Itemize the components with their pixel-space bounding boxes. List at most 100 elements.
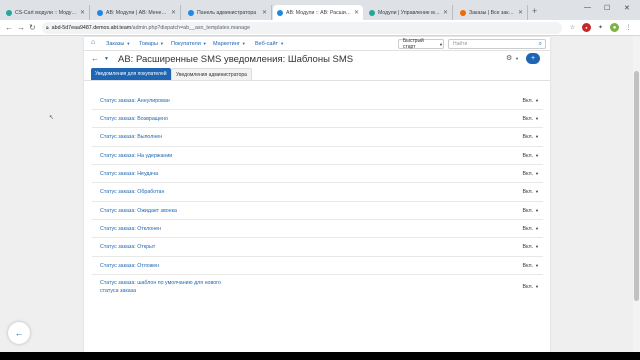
list-item: Статус заказа: Неудача Вкл. ▼ [92, 165, 543, 183]
chevron-down-icon: ▼ [535, 226, 539, 231]
status-dropdown[interactable]: Вкл. ▼ [523, 171, 539, 177]
nav-customers-label: Покупатели [171, 41, 201, 47]
browser-tab[interactable]: Заказы | Все заказы - Панель ✕ [456, 5, 528, 20]
tab-admin-notifications[interactable]: Уведомления администратора [171, 68, 252, 80]
chevron-down-icon[interactable]: ▼ [515, 56, 519, 61]
tab-title: CS-Cart модули :: Модуль - Ра [15, 9, 77, 16]
nav-customers[interactable]: Покупатели ▼ [171, 41, 207, 47]
minimize-icon[interactable]: — [584, 4, 591, 11]
menu-icon[interactable]: ⋮ [624, 23, 633, 32]
chevron-down-icon: ▼ [241, 41, 246, 46]
template-link[interactable]: Статус заказа: Неудача [100, 171, 158, 177]
maximize-icon[interactable]: ☐ [604, 4, 610, 12]
home-icon[interactable]: ⌂ [91, 39, 95, 46]
tab-customer-notifications[interactable]: Уведомления для покупателей [91, 68, 171, 80]
tab-strip: CS-Cart модули :: Модуль - Ра ✕ AB: Моду… [0, 0, 640, 20]
browser-tab[interactable]: AB: Модули | AB: Менеджер м ✕ [93, 5, 181, 20]
nav-orders[interactable]: Заказы ▼ [106, 41, 130, 47]
browser-tab[interactable]: Модули | Управление модулями ✕ [365, 5, 453, 20]
template-link[interactable]: Статус заказа: Аннулирован [100, 98, 170, 104]
extension-icon[interactable]: ● [582, 23, 591, 32]
page-scrollbar[interactable] [633, 37, 640, 352]
forward-icon[interactable]: → [17, 23, 25, 32]
list-item: Статус заказа: Ожидает звонка Вкл. ▼ [92, 202, 543, 220]
profile-avatar-icon[interactable]: ● [610, 23, 619, 32]
browser-window: CS-Cart модули :: Модуль - Ра ✕ AB: Моду… [0, 0, 640, 352]
page-title: AB: Расширенные SMS уведомления: Шаблоны… [118, 54, 354, 65]
status-dropdown[interactable]: Вкл. ▼ [523, 189, 539, 195]
puzzle-icon[interactable]: ✦ [596, 23, 605, 32]
url-host: abd-5d7eaa9487.demos.abt.team [51, 25, 132, 31]
template-link[interactable]: Статус заказа: шаблон по умолчанию для н… [100, 280, 221, 294]
template-link[interactable]: Статус заказа: Выполнен [100, 134, 162, 140]
gear-icon[interactable]: ⚙ [506, 54, 512, 62]
status-label: Вкл. [522, 244, 534, 250]
close-tab-icon[interactable]: ✕ [518, 9, 523, 16]
template-link[interactable]: Статус заказа: На удержании [100, 153, 172, 159]
page-tabs: Уведомления для покупателей Уведомления … [84, 68, 550, 81]
template-link[interactable]: Статус заказа: Ожидает звонка [100, 208, 177, 214]
nav-website[interactable]: Веб-сайт ▼ [255, 41, 284, 47]
address-bar[interactable]: 🔒︎ abd-5d7eaa9487.demos.abt.team/admin.p… [42, 22, 562, 34]
floating-back-button[interactable]: ← [8, 322, 30, 344]
title-row: ← ▼ AB: Расширенные SMS уведомления: Шаб… [84, 51, 550, 68]
list-item: Статус заказа: Отклонен Вкл. ▼ [92, 220, 543, 238]
status-dropdown[interactable]: Вкл. ▼ [523, 226, 539, 232]
status-dropdown[interactable]: Вкл. ▼ [523, 284, 539, 290]
browser-tab-active[interactable]: AB: Модули :: AB: Расширенны ✕ [273, 5, 363, 20]
new-tab-button[interactable]: + [532, 6, 537, 16]
list-item: Статус заказа: шаблон по умолчанию для н… [92, 275, 543, 299]
close-tab-icon[interactable]: ✕ [443, 9, 448, 16]
template-link[interactable]: Статус заказа: Отклонен [100, 226, 161, 232]
chevron-down-icon: ▼ [159, 41, 164, 46]
back-icon[interactable]: ← [5, 23, 13, 32]
nav-marketing[interactable]: Маркетинг ▼ [213, 41, 246, 47]
tab-title: AB: Модули | AB: Менеджер м [106, 9, 168, 16]
chevron-down-icon: ▼ [535, 208, 539, 213]
status-dropdown[interactable]: Вкл. ▼ [523, 244, 539, 250]
nav-products[interactable]: Товары ▼ [139, 41, 164, 47]
chevron-down-icon: ▼ [535, 98, 539, 103]
tab-title: AB: Модули :: AB: Расширенны [286, 9, 351, 16]
list-item: Статус заказа: На удержании Вкл. ▼ [92, 147, 543, 165]
status-dropdown[interactable]: Вкл. ▼ [523, 208, 539, 214]
status-label: Вкл. [522, 171, 534, 177]
tab-title: Заказы | Все заказы - Панель [469, 9, 515, 16]
close-tab-icon[interactable]: ✕ [171, 9, 176, 16]
quick-start-button[interactable]: Быстрый старт ▼ [398, 38, 444, 50]
search-icon[interactable]: ⌕ [539, 41, 542, 48]
bottom-bar [0, 352, 640, 360]
template-link[interactable]: Статус заказа: Обработан [100, 189, 164, 195]
reload-icon[interactable]: ↻ [29, 23, 36, 32]
star-icon[interactable]: ☆ [568, 23, 577, 32]
status-dropdown[interactable]: Вкл. ▼ [523, 263, 539, 269]
arrow-left-icon: ← [14, 328, 24, 338]
scrollbar-thumb[interactable] [634, 71, 639, 301]
browser-tab[interactable]: Панель администратора ✕ [184, 5, 272, 20]
chevron-down-icon[interactable]: ▼ [104, 56, 109, 62]
close-tab-icon[interactable]: ✕ [262, 9, 267, 16]
close-tab-icon[interactable]: ✕ [354, 9, 359, 16]
admin-top-nav: ⌂ Заказы ▼ Товары ▼ Покупатели ▼ Маркетинг ▼… [84, 37, 550, 51]
template-link[interactable]: Статус заказа: Открыт [100, 244, 155, 250]
url-path: /admin.php?dispatch=ab__asn_templates.ma… [131, 25, 251, 31]
browser-tab[interactable]: CS-Cart модули :: Модуль - Ра ✕ [2, 5, 90, 20]
status-dropdown[interactable]: Вкл. ▼ [523, 98, 539, 104]
admin-search-input[interactable]: Найти ⌕ [448, 39, 546, 49]
nav-marketing-label: Маркетинг [213, 41, 240, 47]
template-link[interactable]: Статус заказа: Возвращено [100, 116, 168, 122]
add-button[interactable]: + [526, 53, 540, 64]
status-label: Вкл. [522, 208, 534, 214]
status-dropdown[interactable]: Вкл. ▼ [523, 134, 539, 140]
chevron-down-icon: ▼ [535, 284, 539, 289]
browser-toolbar: ← → ↻ 🔒︎ abd-5d7eaa9487.demos.abt.team/a… [0, 20, 640, 36]
status-dropdown[interactable]: Вкл. ▼ [523, 116, 539, 122]
list-item: Статус заказа: Отложен Вкл. ▼ [92, 257, 543, 275]
close-window-icon[interactable]: ✕ [624, 4, 630, 12]
template-link[interactable]: Статус заказа: Отложен [100, 263, 159, 269]
close-tab-icon[interactable]: ✕ [80, 9, 85, 16]
status-dropdown[interactable]: Вкл. ▼ [523, 153, 539, 159]
mouse-cursor-icon: ↖ [49, 115, 55, 121]
back-arrow-icon[interactable]: ← [91, 54, 99, 63]
template-link-line: Статус заказа: шаблон по умолчанию для н… [100, 280, 221, 286]
